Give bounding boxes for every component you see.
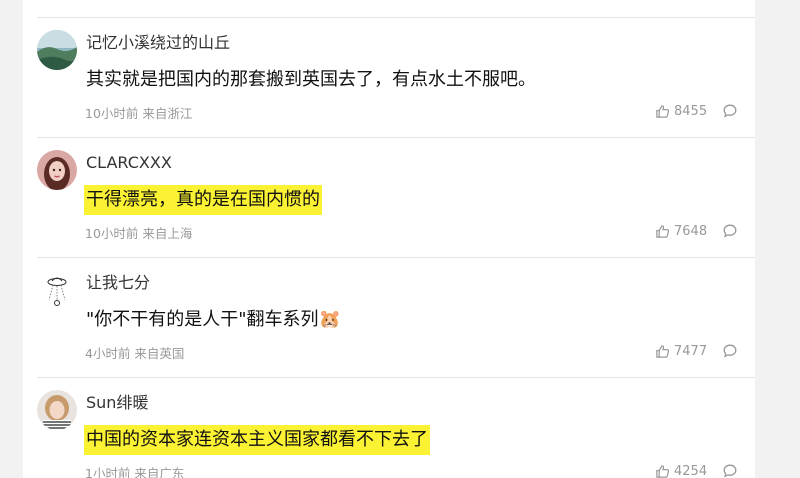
thumbs-up-icon (656, 464, 670, 478)
comment-bubble-icon (723, 224, 737, 238)
comment-bubble-icon (723, 104, 737, 118)
comment-text: "你不干有的是人干"翻车系列🐹 (86, 309, 341, 330)
comment-text: 干得漂亮，真的是在国内惯的 (84, 185, 322, 215)
reply-button[interactable] (722, 463, 740, 478)
like-button[interactable]: 7477 (655, 342, 707, 360)
username[interactable]: Sun绯暖 (86, 392, 148, 414)
username[interactable]: CLARCXXX (86, 152, 172, 174)
comment-bubble-icon (723, 344, 737, 358)
like-count: 7477 (674, 343, 708, 359)
comment-list: 记忆小溪绕过的山丘 其实就是把国内的那套搬到英国去了，有点水土不服吧。 10小时… (23, 0, 755, 478)
thumbs-up-icon (656, 224, 670, 238)
like-button[interactable]: 4254 (655, 462, 707, 478)
username[interactable]: 记忆小溪绕过的山丘 (86, 32, 230, 54)
comment-meta: 10小时前 来自浙江 (85, 106, 193, 121)
reply-button[interactable] (722, 343, 740, 359)
comment-item: 让我七分 "你不干有的是人干"翻车系列🐹 4小时前 来自英国 7477 (23, 258, 755, 378)
avatar[interactable] (37, 390, 77, 430)
like-button[interactable]: 7648 (655, 222, 707, 240)
comment-text: 中国的资本家连资本主义国家都看不下去了 (84, 425, 430, 455)
comment-meta: 1小时前 来自广东 (85, 466, 185, 478)
comment-bubble-icon (723, 464, 737, 478)
comment-item: 记忆小溪绕过的山丘 其实就是把国内的那套搬到英国去了，有点水土不服吧。 10小时… (23, 18, 755, 138)
like-count: 4254 (674, 463, 708, 478)
comment-text: 其实就是把国内的那套搬到英国去了，有点水土不服吧。 (86, 69, 536, 90)
thumbs-up-icon (656, 104, 670, 118)
avatar[interactable] (37, 30, 77, 70)
like-count: 7648 (674, 223, 708, 239)
comment-meta: 10小时前 来自上海 (85, 226, 193, 241)
avatar[interactable] (37, 150, 77, 190)
comment-meta: 4小时前 来自英国 (85, 346, 185, 361)
like-count: 8455 (674, 103, 708, 119)
thumbs-up-icon (656, 344, 670, 358)
comment-item: CLARCXXX 干得漂亮，真的是在国内惯的 10小时前 来自上海 7648 (23, 138, 755, 258)
avatar[interactable] (37, 270, 77, 310)
username[interactable]: 让我七分 (86, 272, 150, 294)
reply-button[interactable] (722, 223, 740, 239)
reply-button[interactable] (722, 103, 740, 119)
comment-item: Sun绯暖 中国的资本家连资本主义国家都看不下去了 1小时前 来自广东 4254 (23, 378, 755, 478)
like-button[interactable]: 8455 (655, 102, 707, 120)
